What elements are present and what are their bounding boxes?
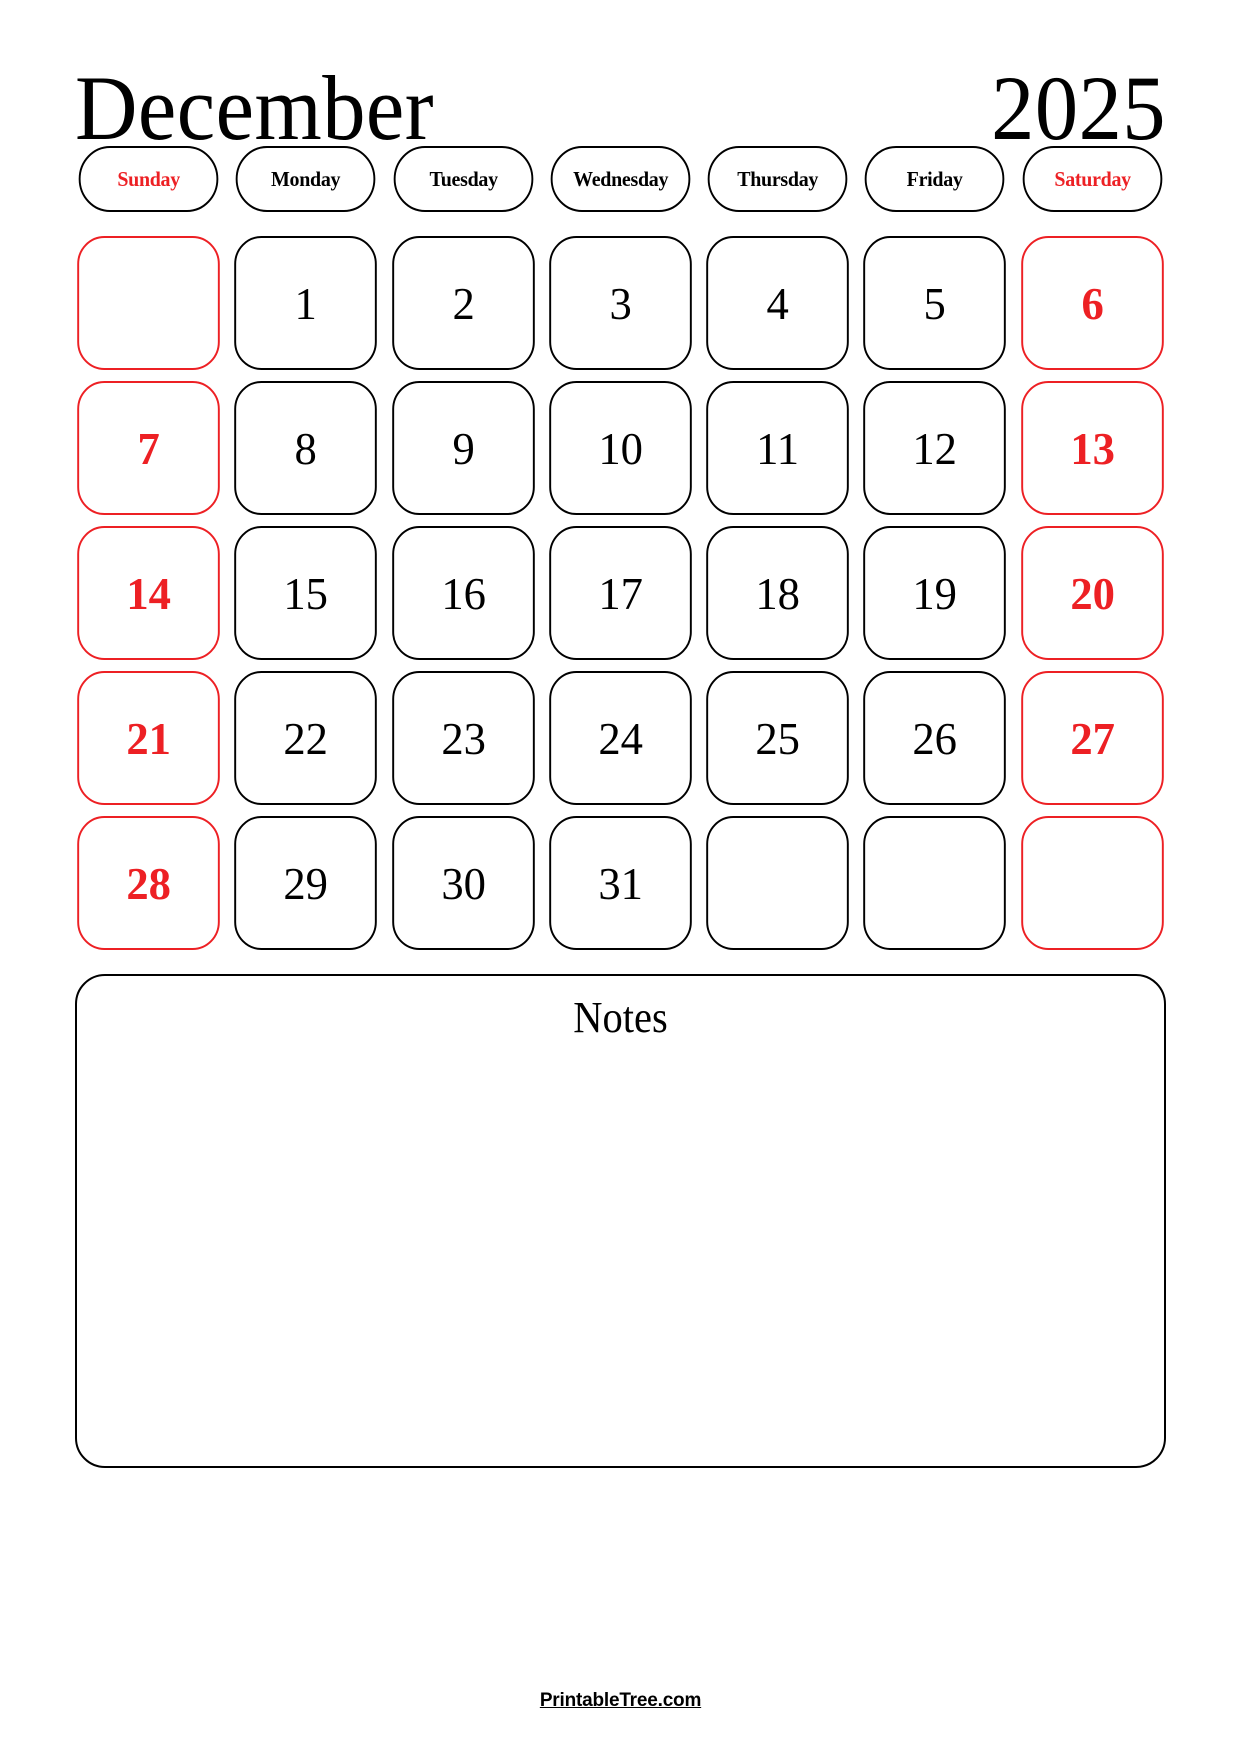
day-cell-24[interactable]: 24	[549, 671, 692, 805]
day-cell-3[interactable]: 3	[549, 236, 692, 370]
day-cell-28[interactable]: 28	[77, 816, 221, 950]
day-cell-26[interactable]: 26	[863, 671, 1007, 805]
calendar-title: December 2025	[75, 0, 1166, 154]
calendar-page: December 2025 Sunday Monday Tuesday Wednesd…	[0, 0, 1241, 1755]
footer: PrintableTree.com	[0, 1690, 1241, 1712]
day-cell-14[interactable]: 14	[77, 526, 221, 660]
weekday-header-thursday: Thursday	[707, 146, 848, 212]
day-cell-12[interactable]: 12	[863, 381, 1007, 515]
day-cell-30[interactable]: 30	[391, 816, 535, 950]
weekday-header-sunday: Sunday	[78, 146, 219, 212]
month-title: December	[75, 57, 435, 159]
day-cell-18[interactable]: 18	[706, 526, 850, 660]
day-cell-1[interactable]: 1	[234, 236, 378, 370]
weekday-header-tuesday: Tuesday	[393, 146, 534, 212]
day-cell-29[interactable]: 29	[234, 816, 378, 950]
day-cell-31[interactable]: 31	[549, 816, 692, 950]
year-title: 2025	[991, 57, 1166, 159]
day-cell-9[interactable]: 9	[391, 381, 535, 515]
notes-title: Notes	[573, 993, 668, 1042]
printabletree-link[interactable]: PrintableTree.com	[540, 1690, 702, 1711]
notes-input[interactable]	[77, 1043, 1164, 1443]
day-cell-6[interactable]: 6	[1020, 236, 1164, 370]
day-cell-17[interactable]: 17	[549, 526, 692, 660]
weekday-header-monday: Monday	[235, 146, 376, 212]
day-cell-11[interactable]: 11	[706, 381, 850, 515]
day-cell-5[interactable]: 5	[863, 236, 1007, 370]
calendar-days-grid: 1 2 3 4 5 6 7 8 9 10 11 12 13 14 15 16 17 18 19 20 21 22 23 24 2…	[75, 236, 1166, 950]
day-cell-7[interactable]: 7	[77, 381, 221, 515]
weekday-header-saturday: Saturday	[1022, 146, 1163, 212]
day-cell-16[interactable]: 16	[391, 526, 535, 660]
day-cell-13[interactable]: 13	[1020, 381, 1164, 515]
day-cell-empty	[77, 236, 221, 370]
day-cell-23[interactable]: 23	[391, 671, 535, 805]
day-cell-empty	[706, 816, 850, 950]
day-cell-27[interactable]: 27	[1020, 671, 1164, 805]
day-cell-21[interactable]: 21	[77, 671, 221, 805]
day-cell-22[interactable]: 22	[234, 671, 378, 805]
day-cell-8[interactable]: 8	[234, 381, 378, 515]
weekday-header-friday: Friday	[865, 146, 1006, 212]
day-cell-20[interactable]: 20	[1020, 526, 1164, 660]
day-cell-4[interactable]: 4	[706, 236, 850, 370]
weekday-header-wednesday: Wednesday	[550, 146, 691, 212]
day-cell-2[interactable]: 2	[391, 236, 535, 370]
day-cell-empty	[1020, 816, 1164, 950]
day-cell-empty	[863, 816, 1007, 950]
day-cell-25[interactable]: 25	[706, 671, 850, 805]
notes-panel: Notes	[75, 974, 1166, 1468]
day-cell-10[interactable]: 10	[549, 381, 692, 515]
day-cell-19[interactable]: 19	[863, 526, 1007, 660]
day-cell-15[interactable]: 15	[234, 526, 378, 660]
